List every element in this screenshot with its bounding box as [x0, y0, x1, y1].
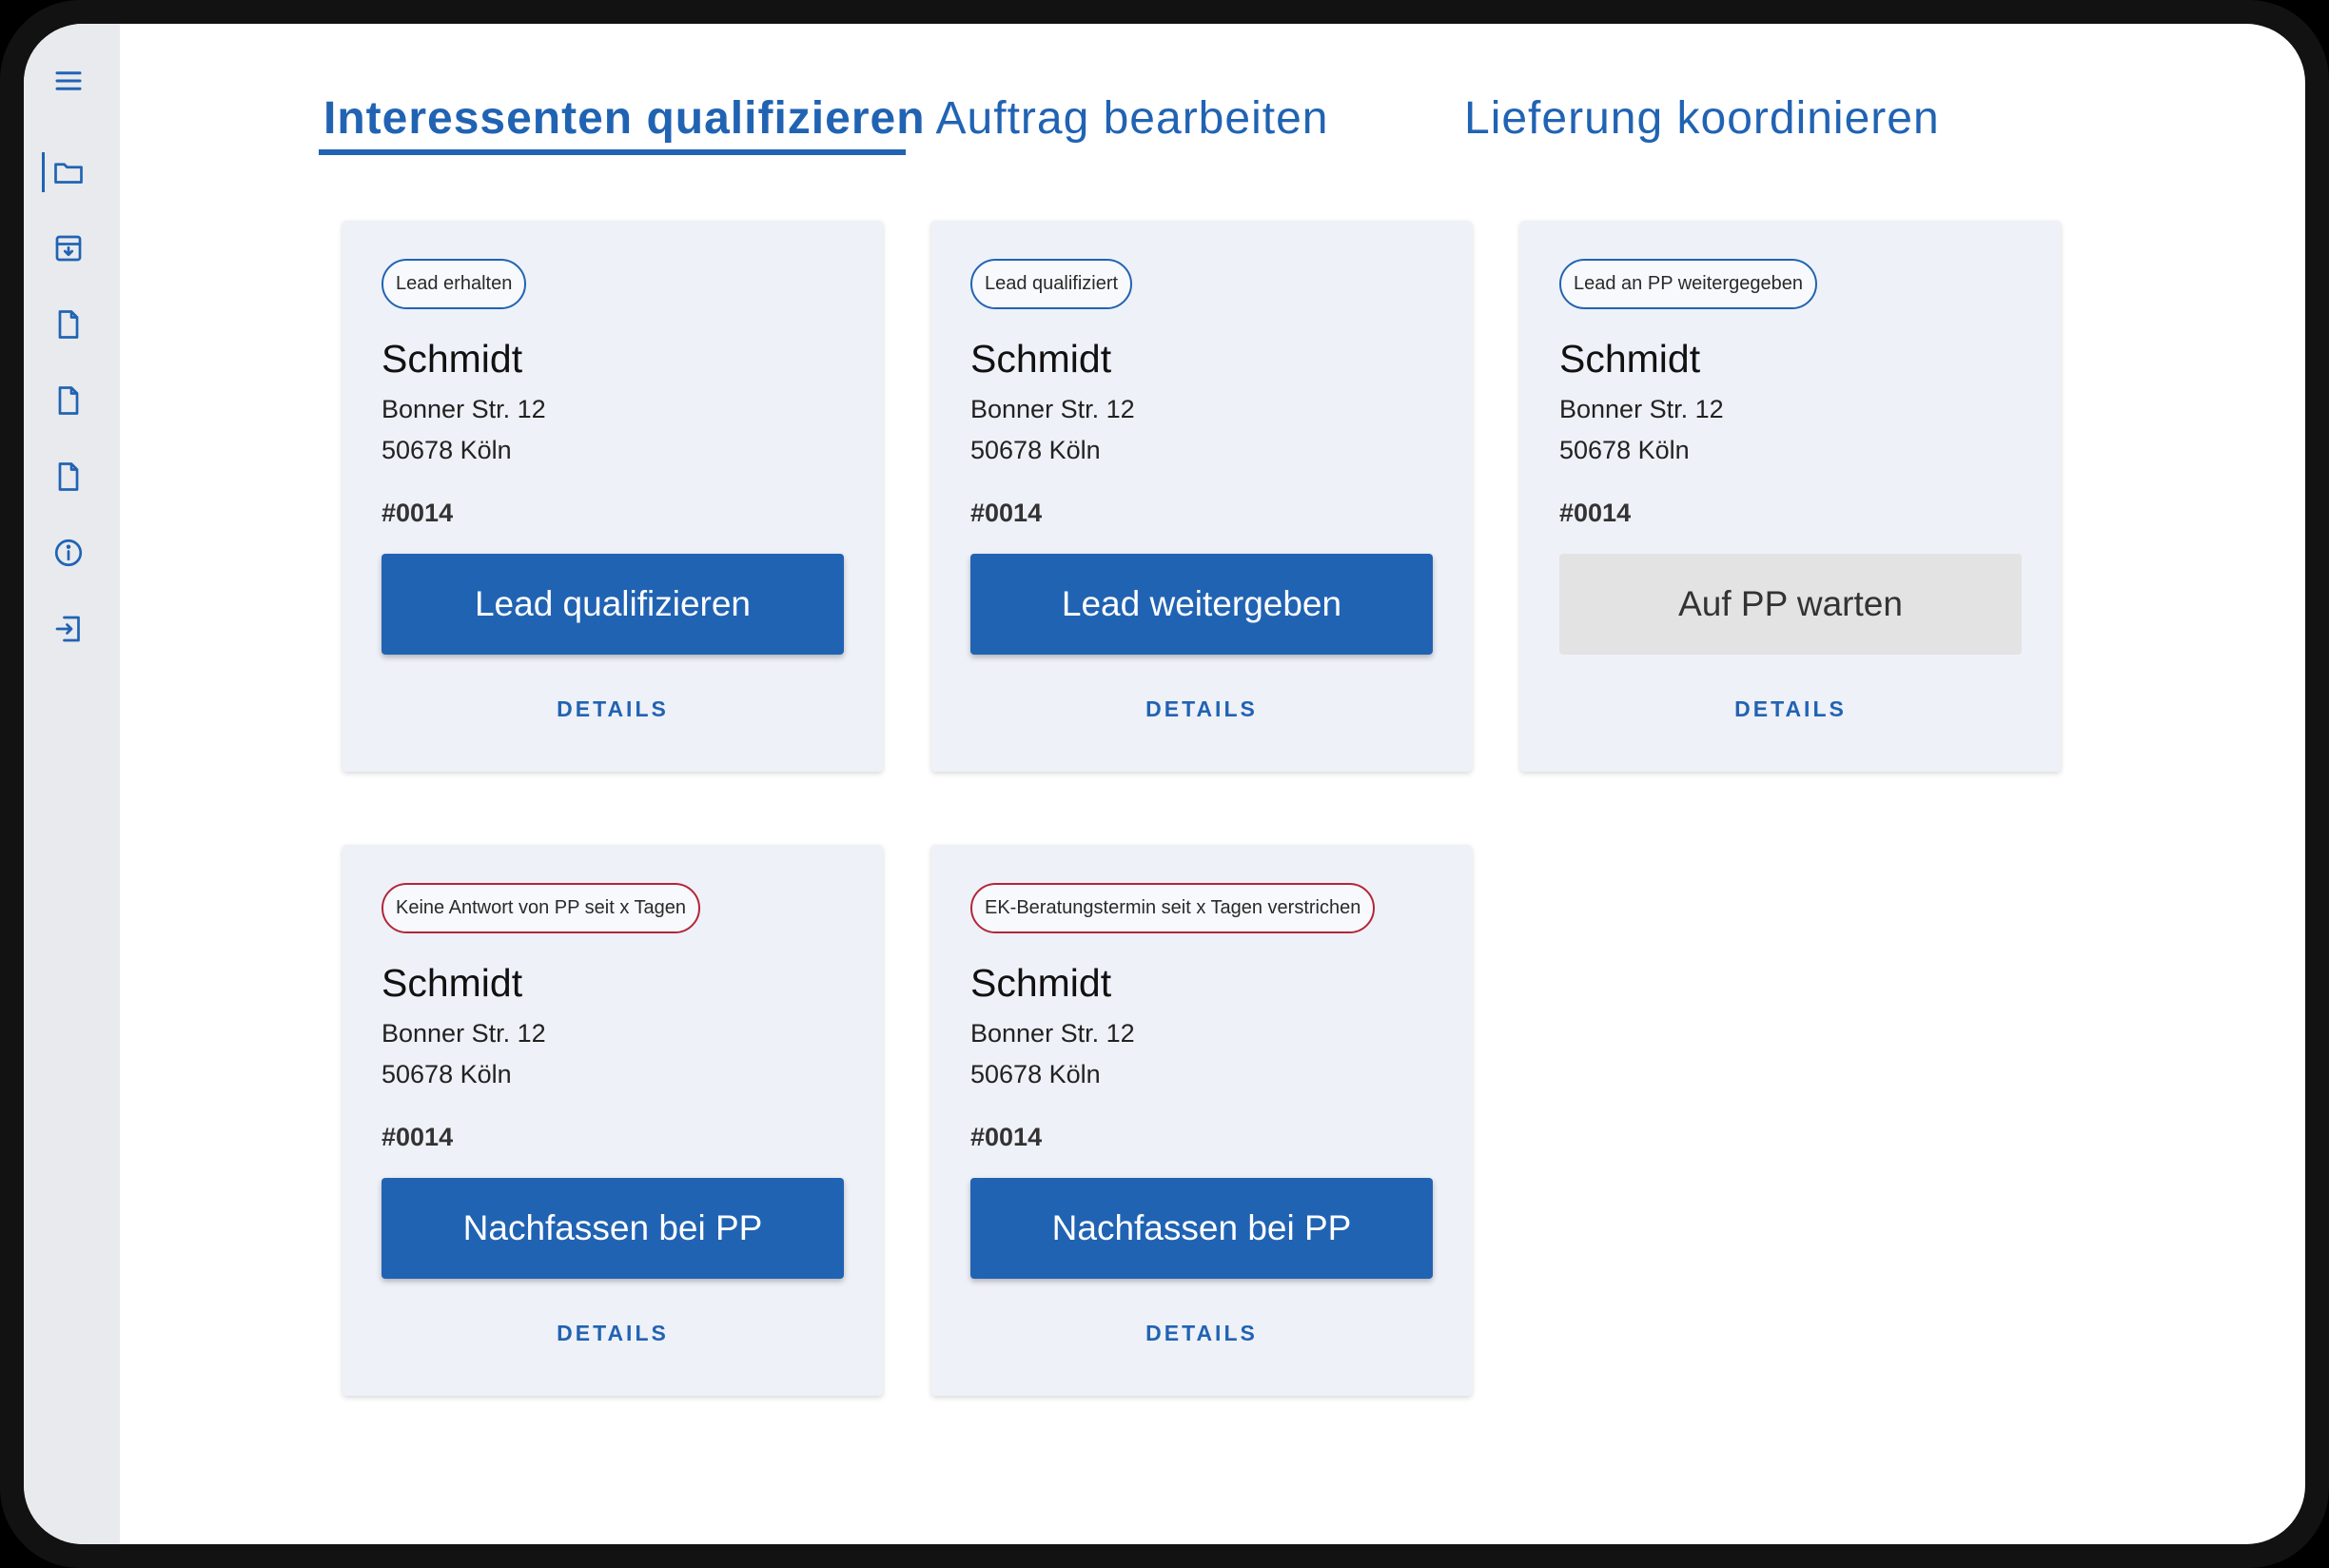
customer-name: Schmidt — [970, 961, 1112, 1005]
customer-name: Schmidt — [970, 337, 1112, 381]
lead-number: #0014 — [382, 1123, 454, 1151]
details-link[interactable]: DETAILS — [342, 1321, 883, 1346]
customer-city: 50678 Köln — [382, 1060, 512, 1088]
info-icon[interactable] — [48, 532, 89, 574]
lead-number: #0014 — [970, 1123, 1043, 1151]
lead-number: #0014 — [382, 499, 454, 527]
nachfassen-bei-pp-button[interactable]: Nachfassen bei PP — [970, 1178, 1433, 1279]
archive-download-icon[interactable] — [48, 227, 89, 269]
customer-city: 50678 Köln — [382, 436, 512, 464]
auf-pp-warten-button: Auf PP warten — [1559, 554, 2022, 655]
customer-city: 50678 Köln — [970, 436, 1101, 464]
document-icon[interactable] — [48, 304, 89, 345]
customer-street: Bonner Str. 12 — [382, 1019, 546, 1048]
document-icon[interactable] — [48, 456, 89, 498]
document-icon[interactable] — [48, 380, 89, 421]
device-frame: Interessenten qualifizieren Auftrag bear… — [0, 0, 2329, 1568]
customer-name: Schmidt — [382, 961, 523, 1005]
customer-street: Bonner Str. 12 — [970, 1019, 1135, 1048]
customer-street: Bonner Str. 12 — [1559, 395, 1724, 423]
menu-icon[interactable] — [48, 60, 89, 102]
status-badge: Lead an PP weitergegeben — [1559, 259, 1817, 309]
customer-street: Bonner Str. 12 — [970, 395, 1135, 423]
details-link[interactable]: DETAILS — [342, 696, 883, 722]
active-tab-underline — [319, 149, 906, 155]
warning-badge: EK-Beratungstermin seit x Tagen verstric… — [970, 883, 1376, 933]
nachfassen-bei-pp-button[interactable]: Nachfassen bei PP — [382, 1178, 844, 1279]
main-content: Interessenten qualifizieren Auftrag bear… — [120, 24, 2305, 1544]
tab-lieferung-koordinieren[interactable]: Lieferung koordinieren — [1464, 92, 1939, 159]
lead-number: #0014 — [1559, 499, 1632, 527]
warning-badge: Keine Antwort von PP seit x Tagen — [382, 883, 701, 933]
logout-icon[interactable] — [48, 608, 89, 650]
details-link[interactable]: DETAILS — [931, 1321, 1472, 1346]
details-link[interactable]: DETAILS — [931, 696, 1472, 722]
lead-card: EK-Beratungstermin seit x Tagen verstric… — [931, 845, 1472, 1396]
sidebar-active-indicator — [42, 152, 45, 192]
tab-auftrag-bearbeiten[interactable]: Auftrag bearbeiten — [923, 92, 1341, 159]
folder-icon[interactable] — [48, 151, 89, 193]
customer-street: Bonner Str. 12 — [382, 395, 546, 423]
app-screen: Interessenten qualifizieren Auftrag bear… — [24, 24, 2305, 1544]
lead-card: Lead erhalten Schmidt Bonner Str. 12 506… — [342, 221, 883, 772]
lead-weitergeben-button[interactable]: Lead weitergeben — [970, 554, 1433, 655]
lead-card: Lead an PP weitergegeben Schmidt Bonner … — [1520, 221, 2061, 772]
status-badge: Lead erhalten — [382, 259, 527, 309]
customer-name: Schmidt — [382, 337, 523, 381]
customer-city: 50678 Köln — [970, 1060, 1101, 1088]
lead-card: Lead qualifiziert Schmidt Bonner Str. 12… — [931, 221, 1472, 772]
customer-city: 50678 Köln — [1559, 436, 1690, 464]
sidebar — [24, 24, 120, 1544]
lead-card: Keine Antwort von PP seit x Tagen Schmid… — [342, 845, 883, 1396]
lead-number: #0014 — [970, 499, 1043, 527]
status-badge: Lead qualifiziert — [970, 259, 1133, 309]
lead-qualifizieren-button[interactable]: Lead qualifizieren — [382, 554, 844, 655]
details-link[interactable]: DETAILS — [1520, 696, 2061, 722]
customer-name: Schmidt — [1559, 337, 1701, 381]
